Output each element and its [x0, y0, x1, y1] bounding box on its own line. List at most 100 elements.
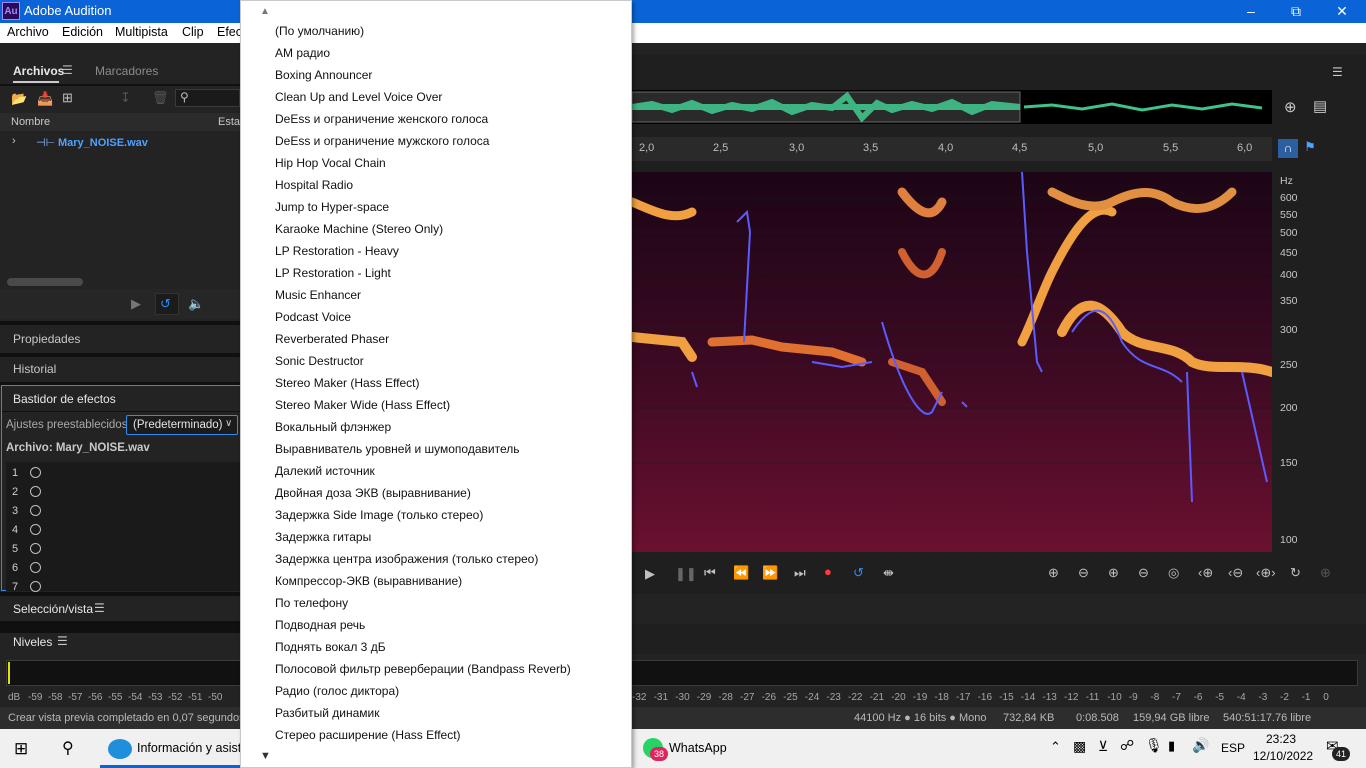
power-icon[interactable] — [30, 562, 41, 573]
delete-icon[interactable]: 🗑 — [152, 90, 169, 106]
preset-option[interactable]: Clean Up and Level Voice Over — [275, 90, 442, 104]
scroll-down-arrow-icon[interactable]: ▼ — [260, 750, 271, 762]
preset-option[interactable]: Задержка гитары — [275, 530, 371, 544]
zoom-in-right-icon[interactable]: ‹⊖ — [1228, 565, 1243, 581]
preset-option[interactable]: Sonic Destructor — [275, 354, 364, 368]
close-icon[interactable]: ✕ — [1319, 0, 1365, 23]
volume-icon[interactable]: 🔊 — [1192, 737, 1209, 754]
preset-option[interactable]: Karaoke Machine (Stereo Only) — [275, 222, 443, 236]
zoom-out-time-icon[interactable]: ⊖ — [1138, 565, 1149, 581]
panel-menu-icon[interactable]: ☰ — [57, 634, 68, 648]
preset-option[interactable]: Радио (голос диктора) — [275, 684, 399, 698]
tray-app-icon[interactable]: ▩ — [1073, 738, 1086, 755]
zoom-in-left-icon[interactable]: ‹⊕ — [1198, 565, 1213, 581]
microphone-icon[interactable]: 🎙 — [1145, 737, 1163, 754]
zoom-selection-icon[interactable]: ‹⊕› — [1256, 565, 1276, 581]
scroll-up-arrow-icon[interactable]: ▲ — [260, 6, 270, 17]
preset-option[interactable]: Далекий источник — [275, 464, 375, 478]
play-icon[interactable]: ▶ — [645, 566, 655, 582]
zoom-to-fit-icon[interactable]: ⊕ — [1284, 98, 1297, 116]
panel-menu-icon[interactable]: ☰ — [1332, 65, 1343, 79]
preset-option[interactable]: DeEss и ограничение женского голоса — [275, 112, 488, 126]
spectral-view-icon[interactable]: ▤ — [1313, 97, 1327, 115]
preset-option[interactable]: Задержка Side Image (только стерео) — [275, 508, 483, 522]
zoom-out-amplitude-icon[interactable]: ⊖ — [1078, 565, 1089, 581]
section-niveles[interactable]: Niveles — [13, 635, 52, 649]
loop-icon[interactable]: ↺ — [853, 565, 864, 581]
preset-option[interactable]: Компрессор-ЭКВ (выравнивание) — [275, 574, 462, 588]
tab-archivos[interactable]: Archivos — [13, 64, 64, 78]
column-estado[interactable]: Esta — [218, 116, 240, 128]
windows-start-icon[interactable]: ⊞ — [14, 739, 28, 759]
battery-icon[interactable]: ▮ — [1168, 738, 1175, 754]
skip-selection-icon[interactable]: ⇼ — [883, 565, 894, 581]
minimize-icon[interactable]: – — [1228, 0, 1274, 23]
taskbar-whatsapp-app[interactable]: WhatsApp — [669, 741, 727, 755]
open-folder-icon[interactable]: 📂 — [11, 91, 27, 107]
preset-option[interactable]: Двойная доза ЭКВ (выравнивание) — [275, 486, 471, 500]
security-icon[interactable]: ☍ — [1120, 737, 1134, 754]
power-icon[interactable] — [30, 581, 41, 592]
panel-menu-icon[interactable]: ☰ — [94, 601, 105, 615]
search-icon[interactable]: ⚲ — [62, 738, 74, 758]
rewind-icon[interactable]: ⏪ — [733, 565, 749, 581]
preset-option[interactable]: Boxing Announcer — [275, 68, 372, 82]
column-nombre[interactable]: Nombre — [11, 116, 50, 128]
preset-option[interactable]: Поднять вокал 3 дБ — [275, 640, 386, 654]
preset-dropdown-list[interactable]: ▲ (По умолчанию) AM радио Boxing Announcer… — [240, 0, 632, 768]
preset-option[interactable]: Stereo Maker Wide (Hass Effect) — [275, 398, 450, 412]
skip-end-icon[interactable]: ⏭ — [794, 565, 806, 581]
panel-menu-icon[interactable]: ☰ — [62, 63, 73, 77]
menu-clip[interactable]: Clip — [182, 25, 204, 39]
power-icon[interactable] — [30, 486, 41, 497]
spectrogram[interactable] — [632, 172, 1272, 552]
power-icon[interactable] — [30, 543, 41, 554]
edge-icon[interactable] — [108, 739, 132, 759]
menu-multipista[interactable]: Multipista — [115, 25, 168, 39]
marker-pin-icon[interactable]: ⚑ — [1300, 139, 1320, 158]
maximize-icon[interactable]: ⧉ — [1273, 0, 1319, 23]
search-input[interactable]: ⚲ — [175, 89, 240, 107]
wifi-icon[interactable]: ⊻ — [1098, 738, 1108, 755]
import-icon[interactable]: 📥 — [37, 91, 53, 107]
fast-forward-icon[interactable]: ⏩ — [762, 565, 778, 581]
play-preview-icon[interactable]: ▶ — [131, 296, 141, 312]
presets-select[interactable]: (Predeterminado) ∨ — [126, 415, 238, 435]
preset-option[interactable]: LP Restoration - Light — [275, 266, 391, 280]
power-icon[interactable] — [30, 505, 41, 516]
tab-marcadores[interactable]: Marcadores — [95, 64, 158, 78]
preset-option[interactable]: LP Restoration - Heavy — [275, 244, 399, 258]
preset-option[interactable]: Подводная речь — [275, 618, 365, 632]
record-icon[interactable]: ● — [824, 564, 832, 579]
preset-option[interactable]: DeEss и ограничение мужского голоса — [275, 134, 489, 148]
zoom-disabled-icon[interactable]: ⊕ — [1320, 565, 1331, 581]
preset-option[interactable]: Hip Hop Vocal Chain — [275, 156, 386, 170]
overview-waveform[interactable] — [632, 90, 1272, 124]
language-indicator[interactable]: ESP — [1221, 741, 1245, 755]
zoom-reset-icon[interactable]: ↻ — [1290, 565, 1301, 581]
preset-option[interactable]: Выравниватель уровней и шумоподавитель — [275, 442, 520, 456]
preset-option[interactable]: Jump to Hyper-space — [275, 200, 389, 214]
preset-option[interactable]: (По умолчанию) — [275, 24, 364, 38]
clock-date[interactable]: 12/10/2022 — [1253, 749, 1313, 763]
menu-efectos[interactable]: Efec — [217, 25, 242, 39]
section-propiedades[interactable]: Propiedades — [13, 332, 80, 346]
insert-icon[interactable]: ↧ — [120, 90, 131, 106]
zoom-in-time-icon[interactable]: ⊕ — [1108, 565, 1119, 581]
preset-option[interactable]: Stereo Maker (Hass Effect) — [275, 376, 420, 390]
chevron-up-icon[interactable]: ⌃ — [1050, 739, 1061, 755]
preset-option[interactable]: Reverberated Phaser — [275, 332, 389, 346]
section-seleccion-vista[interactable]: Selección/vista — [13, 602, 93, 616]
preset-option[interactable]: Music Enhancer — [275, 288, 361, 302]
file-item-mary-noise[interactable]: Mary_NOISE.wav — [58, 137, 148, 149]
preset-option[interactable]: По телефону — [275, 596, 348, 610]
preset-option[interactable]: Полосовой фильтр реверберации (Bandpass … — [275, 662, 571, 676]
loop-preview-button[interactable]: ↺ — [155, 293, 179, 315]
new-file-icon[interactable]: ⊞ — [62, 90, 73, 106]
power-icon[interactable] — [30, 467, 41, 478]
preset-option[interactable]: Hospital Radio — [275, 178, 353, 192]
pause-icon[interactable]: ❚❚ — [675, 566, 697, 582]
autoplay-icon[interactable]: 🔈 — [188, 296, 204, 312]
menu-edicion[interactable]: Edición — [62, 25, 103, 39]
taskbar-edge-app[interactable]: Información y asist. — [137, 741, 245, 755]
